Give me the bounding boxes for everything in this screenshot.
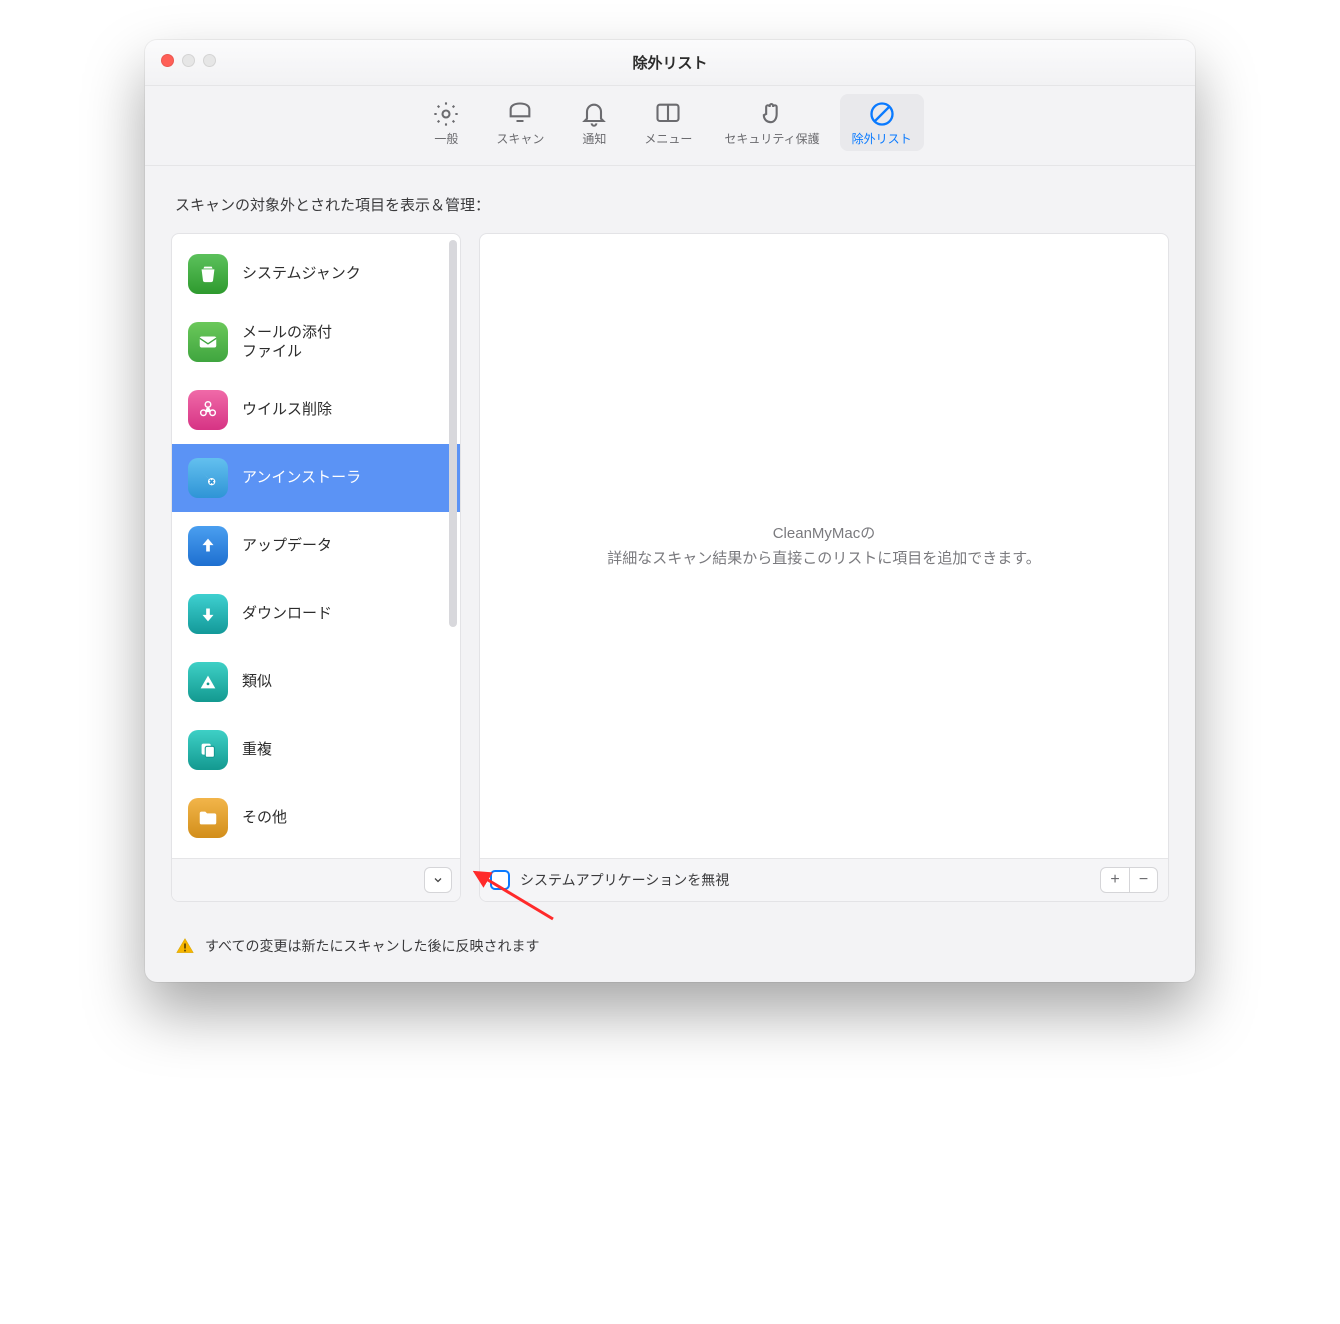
triangle-icon xyxy=(188,662,228,702)
traffic-lights xyxy=(161,54,216,67)
preferences-window: 除外リスト 一般 スキャン 通知 メニュー xyxy=(145,40,1195,982)
category-sidebar: システムジャンク メールの添付 ファイル ウイルス削除 xyxy=(171,233,461,902)
tab-general[interactable]: 一般 xyxy=(416,94,476,151)
empty-line-1: CleanMyMacの xyxy=(607,521,1041,547)
sidebar-item-duplicates[interactable]: 重複 xyxy=(172,716,460,784)
biohazard-icon xyxy=(188,390,228,430)
sidebar-item-system-junk[interactable]: システムジャンク xyxy=(172,240,460,308)
gear-icon xyxy=(432,100,460,128)
empty-line-2: 詳細なスキャン結果から直接このリストに項目を追加できます。 xyxy=(607,546,1041,572)
minimize-window-button[interactable] xyxy=(182,54,195,67)
footer-note: すべての変更は新たにスキャンした後に反映されます xyxy=(145,920,1195,982)
ignore-system-apps-checkbox[interactable] xyxy=(490,870,510,890)
arrow-up-icon xyxy=(188,526,228,566)
mail-icon xyxy=(188,322,228,362)
tab-security[interactable]: セキュリティ保護 xyxy=(712,94,831,151)
footer-note-text: すべての変更は新たにスキャンした後に反映されます xyxy=(205,936,539,956)
empty-state: CleanMyMacの 詳細なスキャン結果から直接このリストに項目を追加できます… xyxy=(607,521,1041,572)
body: システムジャンク メールの添付 ファイル ウイルス削除 xyxy=(145,233,1195,920)
sidebar-item-downloads[interactable]: ダウンロード xyxy=(172,580,460,648)
sidebar-item-similar[interactable]: 類似 xyxy=(172,648,460,716)
bell-icon xyxy=(580,100,608,128)
toolbar: 一般 スキャン 通知 メニュー セキュリティ保護 xyxy=(145,86,1195,166)
expand-button[interactable] xyxy=(424,867,452,893)
hand-icon xyxy=(758,100,786,128)
tab-menu[interactable]: メニュー xyxy=(632,94,704,151)
prohibit-icon xyxy=(868,100,896,128)
detail-footer: システムアプリケーションを無視 + − xyxy=(480,858,1168,901)
menu-icon xyxy=(654,100,682,128)
duplicate-icon xyxy=(188,730,228,770)
arrow-down-icon xyxy=(188,594,228,634)
folder-icon xyxy=(188,798,228,838)
sidebar-item-malware-removal[interactable]: ウイルス削除 xyxy=(172,376,460,444)
detail-panel: CleanMyMacの 詳細なスキャン結果から直接このリストに項目を追加できます… xyxy=(479,233,1169,902)
add-button[interactable]: + xyxy=(1101,868,1129,892)
sidebar-item-mail-attachments[interactable]: メールの添付 ファイル xyxy=(172,308,460,376)
trash-icon xyxy=(188,254,228,294)
scan-icon xyxy=(506,100,534,128)
sidebar-scrollbar[interactable] xyxy=(449,240,457,627)
warning-icon xyxy=(175,936,195,956)
ignore-system-apps-label: システムアプリケーションを無視 xyxy=(520,870,1090,890)
tab-notifications[interactable]: 通知 xyxy=(564,94,624,151)
sidebar-footer xyxy=(172,858,460,901)
sidebar-item-updater[interactable]: アップデータ xyxy=(172,512,460,580)
add-remove-group: + − xyxy=(1100,867,1158,893)
sidebar-item-uninstaller[interactable]: アンインストーラ xyxy=(172,444,460,512)
category-list: システムジャンク メールの添付 ファイル ウイルス削除 xyxy=(172,234,460,858)
close-window-button[interactable] xyxy=(161,54,174,67)
tab-ignore-list[interactable]: 除外リスト xyxy=(840,94,924,151)
remove-button[interactable]: − xyxy=(1129,868,1157,892)
titlebar: 除外リスト xyxy=(145,40,1195,86)
section-label: スキャンの対象外とされた項目を表示＆管理： xyxy=(145,166,1195,233)
zoom-window-button[interactable] xyxy=(203,54,216,67)
uninstall-icon xyxy=(188,458,228,498)
tab-scan[interactable]: スキャン xyxy=(484,94,556,151)
window-title: 除外リスト xyxy=(632,52,707,73)
detail-body: CleanMyMacの 詳細なスキャン結果から直接このリストに項目を追加できます… xyxy=(480,234,1168,858)
sidebar-item-other[interactable]: その他 xyxy=(172,784,460,852)
